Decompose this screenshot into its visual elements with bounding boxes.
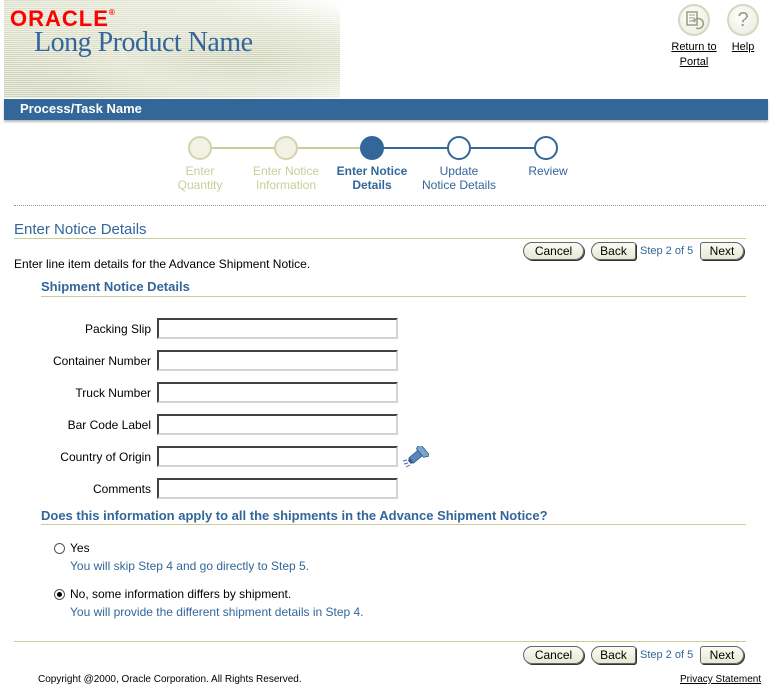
truck-number-label: Truck Number [75, 386, 151, 400]
help-button[interactable]: ? Help [724, 4, 762, 55]
train-step-3-node [360, 136, 384, 160]
step-indicator-top: Step 2 of 5 [640, 245, 694, 257]
yes-tip: You will skip Step 4 and go directly to … [70, 559, 310, 573]
process-task-name: Process/Task Name [20, 101, 142, 116]
train-separator [14, 205, 766, 206]
train-step-1-node[interactable] [188, 136, 212, 160]
back-button-top[interactable]: Back [591, 242, 636, 260]
privacy-statement-link[interactable]: Privacy Statement [680, 674, 761, 685]
return-to-portal-button[interactable]: Return to Portal [668, 4, 720, 70]
train-step-5-node [534, 136, 558, 160]
comments-label: Comments [92, 482, 151, 496]
back-button-bottom[interactable]: Back [591, 646, 636, 664]
comments-input[interactable] [157, 478, 398, 499]
branding-banner: ORACLE® Long Product Name [4, 0, 340, 98]
train-step-4-label: Update Notice Details [421, 164, 497, 192]
yes-label[interactable]: Yes [70, 541, 90, 555]
train-step-2-node[interactable] [274, 136, 298, 160]
help-label[interactable]: Help [724, 40, 762, 55]
train-step-5-label: Review [528, 164, 568, 178]
train-step-4-node [447, 136, 471, 160]
help-icon: ? [727, 4, 759, 36]
train-step-3-label: Enter Notice Details [336, 164, 408, 192]
search-flashlight-icon[interactable] [401, 441, 431, 470]
yes-radio[interactable] [54, 543, 65, 554]
cancel-button-top[interactable]: Cancel [523, 242, 584, 260]
no-radio[interactable] [54, 589, 65, 600]
no-label[interactable]: No, some information differs by shipment… [70, 587, 291, 601]
step-indicator-bottom: Step 2 of 5 [640, 649, 694, 661]
page-instruction: Enter line item details for the Advance … [14, 257, 311, 271]
title-bar: Process/Task Name [4, 99, 768, 120]
return-portal-label[interactable]: Return to Portal [668, 40, 720, 70]
packing-slip-label: Packing Slip [84, 322, 151, 336]
packing-slip-input[interactable] [157, 318, 398, 339]
page-title: Enter Notice Details [14, 221, 147, 238]
section-title: Shipment Notice Details [41, 279, 190, 294]
truck-number-input[interactable] [157, 382, 398, 403]
cancel-button-bottom[interactable]: Cancel [523, 646, 584, 664]
train-step-2-label[interactable]: Enter Notice Information [236, 164, 336, 192]
return-portal-icon [678, 4, 710, 36]
bar-code-label-label: Bar Code Label [67, 418, 151, 432]
copyright-text: Copyright @2000, Oracle Corporation. All… [38, 674, 302, 685]
train-step-1-label[interactable]: Enter Quantity [150, 164, 250, 192]
section-title-rule [41, 296, 746, 297]
footer-rule [14, 641, 746, 642]
next-button-top[interactable]: Next [700, 242, 744, 260]
country-of-origin-input[interactable] [157, 446, 398, 467]
process-train: Enter Quantity Enter Notice Information En… [170, 134, 590, 204]
apply-all-question: Does this information apply to all the s… [41, 508, 548, 523]
container-number-label: Container Number [52, 354, 151, 368]
country-of-origin-label: Country of Origin [60, 450, 151, 464]
bar-code-label-input[interactable] [157, 414, 398, 435]
page-title-rule [14, 238, 746, 239]
container-number-input[interactable] [157, 350, 398, 371]
next-button-bottom[interactable]: Next [700, 646, 744, 664]
no-tip: You will provide the different shipment … [70, 605, 364, 619]
product-name: Long Product Name [34, 27, 253, 58]
question-rule [41, 524, 746, 525]
